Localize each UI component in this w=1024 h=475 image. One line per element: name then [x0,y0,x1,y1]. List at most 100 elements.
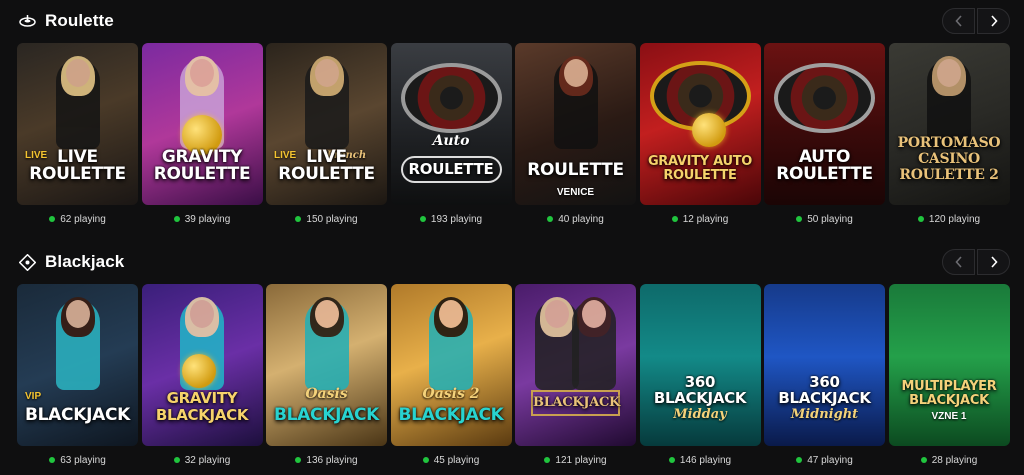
next-button[interactable] [977,249,1010,275]
game-thumbnail[interactable]: VIP BLACKJACK [17,284,138,446]
players-count: 12 playing [671,213,728,225]
players-count: 193 playing [419,213,482,225]
game-card[interactable]: ROULETTE VENICE 40 playing [515,43,636,225]
game-thumbnail[interactable]: GRAVITY AUTO ROULETTE [639,43,761,205]
blackjack-game-list: VIP BLACKJACK 63 playing GRAVITY BLACKJA… [17,284,1010,466]
game-thumbnail[interactable]: Auto ROULETTE [390,43,512,205]
game-title: ROULETTE [527,160,624,180]
game-title: GRAVITY BLACKJACK [155,389,249,424]
prev-button[interactable] [942,8,975,34]
online-dot [796,216,803,222]
game-card[interactable]: VIP BLACKJACK 63 playing [17,284,138,466]
game-thumbnail[interactable]: BLACKJACK [515,284,636,446]
online-dot [49,216,56,222]
game-subtitle: Oasis [305,386,348,402]
game-card[interactable]: GRAVITY ROULETTE 39 playing [141,43,263,225]
online-dot [295,457,302,463]
game-subtitle: Midday [673,407,727,422]
online-dot [547,216,554,222]
game-card[interactable]: 360 BLACKJACK Midnight 47 playing [764,284,885,466]
game-card[interactable]: LIVE French LIVE ROULETTE 150 playing [266,43,387,225]
game-title: ROULETTE [400,156,502,183]
game-thumbnail[interactable]: MULTIPLAYER BLACKJACK VZNE 1 [888,284,1010,446]
game-thumbnail[interactable]: 360 BLACKJACK Midnight [764,284,885,446]
game-thumbnail[interactable]: ROULETTE VENICE [515,43,636,205]
game-subtitle: Midnight [790,407,859,422]
players-count: 45 playing [422,454,479,466]
game-title: BLACKJACK [398,405,504,425]
chevron-right-icon [990,256,998,268]
players-count: 120 playing [917,213,980,225]
players-count: 40 playing [547,213,604,225]
roulette-icon [18,12,36,30]
blackjack-section: Blackjack VIP BLACKJACK 63 playing GRAVI… [0,241,1024,475]
game-card[interactable]: PORTOMASO CASINO ROULETTE 2 120 playing [888,43,1010,225]
game-title: MULTIPLAYER BLACKJACK [901,379,997,408]
chevron-left-icon [954,15,962,27]
game-subtitle: VZNE 1 [931,411,967,422]
online-dot [49,457,56,463]
game-title: GRAVITY AUTO ROULETTE [647,154,753,183]
next-button[interactable] [977,8,1010,34]
players-count: 28 playing [920,454,977,466]
game-thumbnail[interactable]: PORTOMASO CASINO ROULETTE 2 [888,43,1010,205]
game-title: PORTOMASO CASINO ROULETTE 2 [897,135,1001,183]
game-thumbnail[interactable]: GRAVITY BLACKJACK [141,284,263,446]
players-count: 63 playing [49,454,106,466]
game-subtitle: VIP [25,391,42,402]
game-card[interactable]: AUTO ROULETTE 50 playing [764,43,885,225]
game-title: BLACKJACK [273,405,380,425]
roulette-section: Roulette LIVE LIVE ROULETTE 62 playing G… [0,0,1024,235]
online-dot [295,216,302,222]
game-title: 360 BLACKJACK [778,373,871,407]
game-subtitle: Auto [432,133,470,149]
players-count: 150 playing [295,213,358,225]
game-thumbnail[interactable]: LIVE LIVE ROULETTE [17,43,138,205]
chevron-left-icon [954,256,962,268]
game-card[interactable]: MULTIPLAYER BLACKJACK VZNE 1 28 playing [888,284,1010,466]
online-dot [173,216,180,222]
game-thumbnail[interactable]: Oasis 2 BLACKJACK [390,284,512,446]
online-dot [419,216,426,222]
online-dot [796,457,803,463]
players-count: 121 playing [544,454,607,466]
online-dot [173,457,180,463]
game-thumbnail[interactable]: Oasis BLACKJACK [266,284,387,446]
game-title: LIVE ROULETTE [29,147,126,184]
chevron-right-icon [990,15,998,27]
game-title: AUTO ROULETTE [776,147,873,184]
players-count: 146 playing [668,454,731,466]
blackjack-header: Blackjack [18,251,124,273]
blackjack-carousel-nav [942,249,1010,275]
game-thumbnail[interactable]: AUTO ROULETTE [764,43,885,205]
game-subtitle: Oasis 2 [422,386,480,402]
roulette-carousel-nav [942,8,1010,34]
game-card[interactable]: Oasis 2 BLACKJACK 45 playing [390,284,512,466]
players-count: 136 playing [295,454,358,466]
game-card[interactable]: Oasis BLACKJACK 136 playing [266,284,387,466]
game-card[interactable]: Auto ROULETTE 193 playing [390,43,512,225]
online-dot [668,457,675,463]
game-subtitle: VENICE [556,187,595,198]
game-title: BLACKJACK [531,390,620,416]
game-card[interactable]: LIVE LIVE ROULETTE 62 playing [17,43,138,225]
players-count: 50 playing [796,213,853,225]
game-thumbnail[interactable]: LIVE French LIVE ROULETTE [266,43,387,205]
game-card[interactable]: GRAVITY BLACKJACK 32 playing [141,284,263,466]
game-thumbnail[interactable]: 360 BLACKJACK Midday [639,284,761,446]
online-dot [671,216,678,222]
online-dot [920,457,927,463]
game-thumbnail[interactable]: GRAVITY ROULETTE [141,43,263,205]
blackjack-diamond-icon [18,253,36,271]
online-dot [917,216,924,222]
game-title: 360 BLACKJACK [653,373,747,407]
prev-button[interactable] [942,249,975,275]
section-title: Roulette [45,11,114,30]
players-count: 39 playing [173,213,230,225]
game-card[interactable]: 360 BLACKJACK Midday 146 playing [639,284,761,466]
players-count: 47 playing [796,454,853,466]
game-title: BLACKJACK [24,405,131,425]
section-title: Blackjack [45,252,125,271]
game-card[interactable]: GRAVITY AUTO ROULETTE 12 playing [639,43,761,225]
game-card[interactable]: BLACKJACK 121 playing [515,284,636,466]
